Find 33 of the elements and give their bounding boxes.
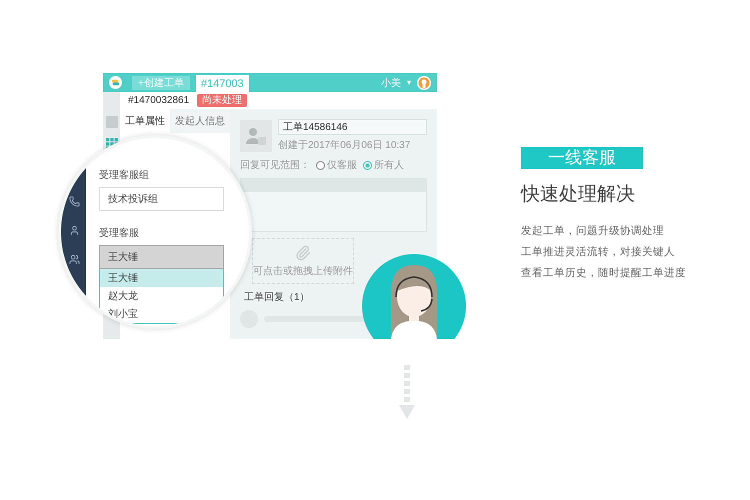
- ticket-tab[interactable]: #147003: [196, 75, 249, 92]
- logo-icon: [109, 76, 122, 89]
- radio-button[interactable]: [316, 160, 325, 170]
- user-icon[interactable]: [69, 225, 80, 236]
- field-label: 受理客服组: [99, 168, 150, 182]
- square-icon[interactable]: [106, 116, 118, 128]
- ticket-number: #1470032861: [128, 95, 190, 106]
- contact-placeholder-icon: [240, 120, 272, 152]
- visibility-label: 回复可见范围：: [240, 158, 310, 172]
- feature-line: 查看工单历史，随时提醒工单进度: [521, 266, 686, 281]
- paperclip-icon: [295, 244, 311, 260]
- user-avatar[interactable]: [417, 76, 431, 90]
- feature-heading: 快速处理解决: [521, 183, 636, 207]
- panel-tab[interactable]: 工单属性: [120, 109, 170, 133]
- feature-line: 发起工单，问题升级协调处理: [521, 224, 665, 239]
- radio-label[interactable]: 所有人: [374, 158, 404, 172]
- upload-hint: 可点击或拖拽上传附件: [253, 264, 353, 278]
- radio-button[interactable]: [363, 160, 372, 170]
- dropdown-option[interactable]: 王大锤: [100, 269, 223, 287]
- ticket-title-field[interactable]: 工单14586146: [278, 119, 427, 135]
- phone-icon[interactable]: [69, 196, 80, 207]
- radio-label[interactable]: 仅客服: [327, 158, 357, 172]
- dashed-arrow: [399, 365, 415, 421]
- group-field[interactable]: 技术投诉组: [99, 187, 224, 211]
- feature-badge: 一线客服: [521, 147, 643, 169]
- status-badge: 尚未处理: [197, 94, 248, 107]
- feature-line: 工单推进灵活流转，对接关键人: [521, 245, 676, 260]
- created-time: 创建于2017年06月06日 10:37: [278, 138, 412, 152]
- field-label: 受理客服: [99, 226, 140, 240]
- users-icon[interactable]: [69, 254, 80, 265]
- upload-dropzone[interactable]: 可点击或拖拽上传附件: [252, 238, 354, 284]
- agent-select[interactable]: 王大锤: [99, 245, 224, 269]
- replies-heading: 工单回复（1）: [244, 290, 311, 304]
